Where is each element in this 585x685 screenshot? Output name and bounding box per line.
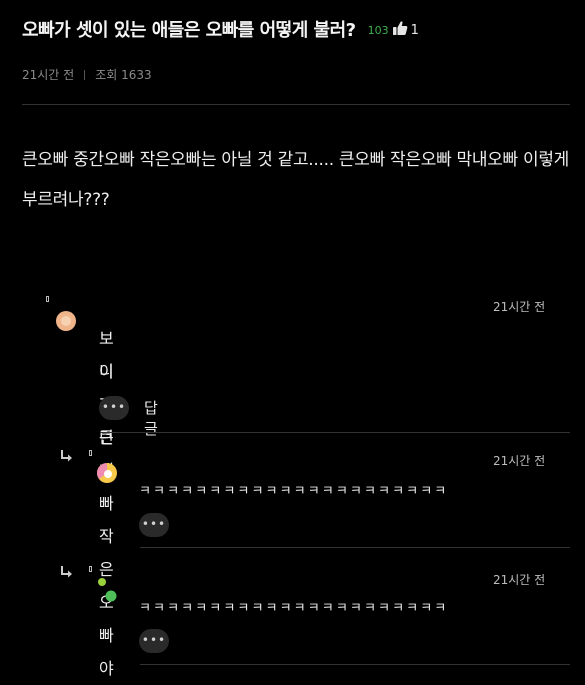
header-divider: [22, 104, 570, 105]
avatar[interactable]: [96, 462, 118, 484]
comment-marker: [46, 296, 49, 302]
reply-time: 21시간 전: [493, 573, 546, 587]
thumbs-up-icon[interactable]: [392, 20, 408, 40]
post-title: 오빠가 셋이 있는 애들은 오빠를 어떻게 불러?: [22, 20, 356, 41]
more-options-button[interactable]: •••: [139, 513, 169, 537]
reply-arrow-icon: [60, 564, 74, 583]
post-title-row: 오빠가 셋이 있는 애들은 오빠를 어떻게 불러? 103 1: [22, 16, 419, 42]
reply-text: ㅋㅋㅋㅋㅋㅋㅋㅋㅋㅋㅋㅋㅋㅋㅋㅋㅋㅋㅋㅋㅋㅋ: [139, 484, 449, 499]
post-views: 조회 1633: [95, 68, 152, 82]
post-body: 큰오빠 중간오빠 작은오빠는 아닐 것 같고..... 큰오빠 작은오빠 막내오…: [22, 150, 569, 210]
reply-marker: [89, 450, 92, 456]
more-options-button[interactable]: •••: [139, 629, 169, 653]
reply-divider: [140, 664, 570, 665]
post-meta: 21시간 전 조회 1633: [22, 66, 152, 83]
more-options-button[interactable]: •••: [99, 396, 129, 420]
avatar[interactable]: [55, 310, 77, 332]
reply-text: ㅋㅋㅋㅋㅋㅋㅋㅋㅋㅋㅋㅋㅋㅋㅋㅋㅋㅋㅋㅋㅋㅋ: [139, 601, 449, 616]
post-time: 21시간 전: [22, 68, 75, 82]
comment-time: 21시간 전: [493, 300, 546, 314]
reply-divider: [140, 547, 570, 548]
meta-separator: [84, 69, 86, 80]
avatar[interactable]: [96, 576, 118, 602]
reply-arrow-icon: [60, 448, 74, 467]
comment-count[interactable]: 103: [368, 24, 389, 37]
reply-time: 21시간 전: [493, 454, 546, 468]
reply-marker: [89, 566, 92, 572]
like-count: 1: [410, 23, 419, 38]
comment-divider: [100, 432, 570, 433]
